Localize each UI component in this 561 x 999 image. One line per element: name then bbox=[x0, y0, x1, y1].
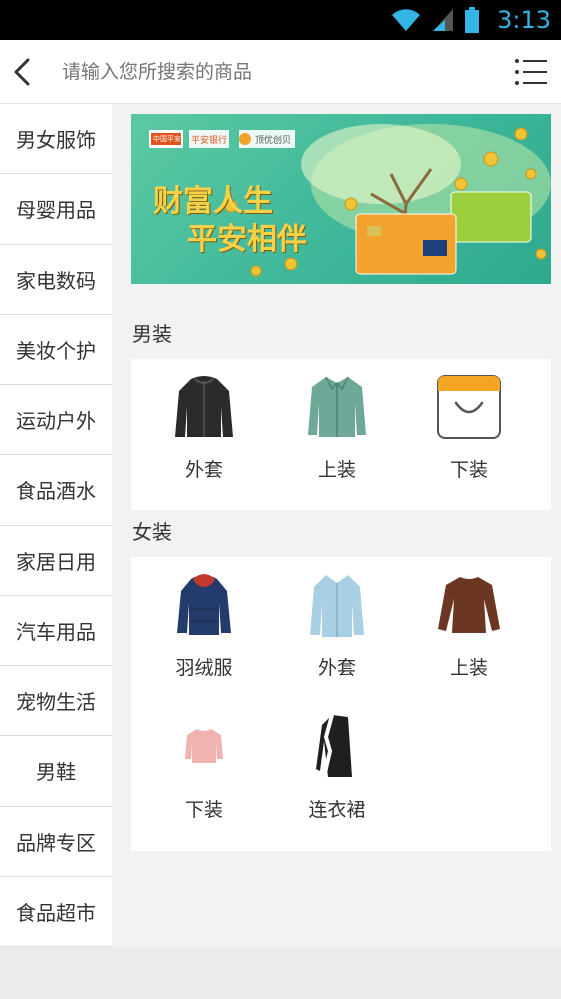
battery-icon bbox=[465, 7, 480, 33]
sidebar-item-food-drink[interactable]: 食品酒水 bbox=[0, 455, 112, 526]
shopping-bag-icon bbox=[437, 375, 501, 439]
category-women-down-jacket[interactable]: 羽绒服 bbox=[138, 569, 270, 680]
banner-logo-pingan: 中国平安 bbox=[153, 135, 181, 143]
pink-top-icon bbox=[185, 729, 223, 763]
sidebar-item-clothing[interactable]: 男女服饰 bbox=[0, 104, 112, 175]
down-jacket-icon bbox=[177, 574, 231, 635]
category-content: 财富人生 平安相伴 中国平安 平安银行 顶优创贝 男装 外套 上装 下装 女装 … bbox=[112, 104, 561, 947]
dress-icon bbox=[316, 714, 352, 778]
sidebar-item-beauty[interactable]: 美妆个护 bbox=[0, 315, 112, 385]
category-label: 上装 bbox=[317, 459, 356, 481]
category-women-bottoms[interactable]: 下装 bbox=[138, 711, 270, 822]
back-arrow-icon[interactable] bbox=[8, 54, 38, 90]
promo-banner[interactable]: 财富人生 平安相伴 中国平安 平安银行 顶优创贝 bbox=[131, 114, 551, 284]
bottom-strip bbox=[0, 947, 561, 999]
search-header bbox=[0, 40, 561, 104]
jacket-icon bbox=[175, 376, 233, 437]
banner-logo-partner: 顶优创贝 bbox=[255, 136, 292, 146]
banner-logo-pingan-bank: 平安银行 bbox=[191, 136, 228, 146]
sidebar-item-baby[interactable]: 母婴用品 bbox=[0, 174, 112, 245]
women-category-panel: 羽绒服 外套 上装 下装 连衣裙 bbox=[131, 557, 551, 851]
sidebar-item-brands[interactable]: 品牌专区 bbox=[0, 807, 112, 877]
sidebar-item-auto[interactable]: 汽车用品 bbox=[0, 596, 112, 666]
sidebar-item-sports[interactable]: 运动户外 bbox=[0, 385, 112, 456]
wifi-icon bbox=[392, 9, 421, 31]
section-title-men: 男装 bbox=[132, 322, 172, 346]
sweater-icon bbox=[438, 577, 500, 633]
sidebar-item-food-market[interactable]: 食品超市 bbox=[0, 877, 112, 947]
category-label: 外套 bbox=[317, 657, 356, 679]
status-bar: 3:13 bbox=[0, 0, 561, 40]
banner-slogan-line2: 平安相伴 bbox=[187, 222, 307, 257]
category-women-dress[interactable]: 连衣裙 bbox=[271, 711, 403, 822]
men-category-panel: 外套 上装 下装 bbox=[131, 359, 551, 510]
sidebar-item-mens-shoes[interactable]: 男鞋 bbox=[0, 736, 112, 807]
category-men-tops[interactable]: 上装 bbox=[271, 371, 403, 482]
signal-icon bbox=[433, 9, 454, 31]
coat-icon bbox=[310, 575, 364, 637]
category-women-tops[interactable]: 上装 bbox=[403, 569, 535, 680]
sidebar-item-electronics[interactable]: 家电数码 bbox=[0, 245, 112, 315]
category-label: 上装 bbox=[449, 657, 488, 679]
menu-icon[interactable] bbox=[514, 56, 548, 88]
category-sidebar: 男女服饰 母婴用品 家电数码 美妆个护 运动户外 食品酒水 家居日用 汽车用品 … bbox=[0, 104, 112, 947]
sidebar-item-home[interactable]: 家居日用 bbox=[0, 526, 112, 596]
shirt-icon bbox=[308, 376, 366, 437]
category-label: 下装 bbox=[184, 799, 223, 821]
category-women-coat[interactable]: 外套 bbox=[271, 569, 403, 680]
category-label: 下装 bbox=[449, 459, 488, 481]
category-men-bottoms[interactable]: 下装 bbox=[403, 371, 535, 482]
sidebar-item-pets[interactable]: 宠物生活 bbox=[0, 666, 112, 737]
category-label: 羽绒服 bbox=[175, 657, 233, 679]
section-title-women: 女装 bbox=[132, 520, 172, 544]
category-label: 外套 bbox=[184, 459, 223, 481]
category-men-jacket[interactable]: 外套 bbox=[138, 371, 270, 482]
category-label: 连衣裙 bbox=[308, 799, 366, 821]
status-time: 3:13 bbox=[497, 6, 551, 34]
search-input[interactable] bbox=[62, 54, 482, 90]
